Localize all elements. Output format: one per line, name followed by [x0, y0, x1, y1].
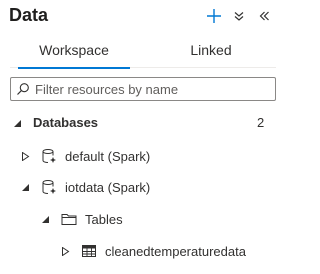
plus-icon[interactable]	[204, 6, 224, 26]
databases-count: 2	[257, 115, 265, 130]
active-tab-indicator	[18, 67, 130, 69]
search-icon	[17, 83, 29, 95]
spark-database-icon	[42, 149, 56, 163]
tab-bar: Workspace Linked	[10, 38, 276, 69]
tree-item-label: cleanedtemperaturedata	[105, 244, 246, 259]
search-box	[10, 77, 276, 101]
spark-database-icon	[42, 180, 56, 194]
panel-header: Data	[0, 0, 286, 34]
tree-item-label: Tables	[85, 212, 123, 227]
tree-item-label: default (Spark)	[65, 149, 151, 164]
caret-expanded-icon[interactable]	[41, 215, 50, 224]
caret-collapsed-icon[interactable]	[61, 247, 70, 256]
caret-expanded-icon	[14, 120, 21, 127]
tree-item-default[interactable]: default (Spark)	[0, 143, 286, 169]
double-chevron-left-icon[interactable]	[254, 6, 274, 26]
databases-section-header[interactable]: Databases 2	[0, 110, 286, 136]
tree-item-label: iotdata (Spark)	[65, 180, 151, 195]
tab-workspace[interactable]: Workspace	[10, 42, 138, 69]
tab-workspace-label: Workspace	[39, 42, 109, 58]
tree-item-tables[interactable]: Tables	[0, 206, 286, 232]
tab-linked-label: Linked	[190, 42, 232, 58]
search-input[interactable]	[35, 79, 271, 99]
folder-icon	[61, 214, 77, 225]
panel-title: Data	[9, 5, 49, 25]
caret-collapsed-icon[interactable]	[21, 152, 30, 161]
databases-label: Databases	[33, 115, 99, 130]
tab-linked[interactable]: Linked	[146, 42, 276, 68]
caret-expanded-icon[interactable]	[21, 183, 30, 192]
table-icon	[82, 245, 96, 257]
tree-item-iotdata[interactable]: iotdata (Spark)	[0, 174, 286, 200]
tree-item-cleanedtemperaturedata[interactable]: cleanedtemperaturedata	[0, 238, 286, 264]
double-chevron-down-icon[interactable]	[229, 6, 249, 26]
